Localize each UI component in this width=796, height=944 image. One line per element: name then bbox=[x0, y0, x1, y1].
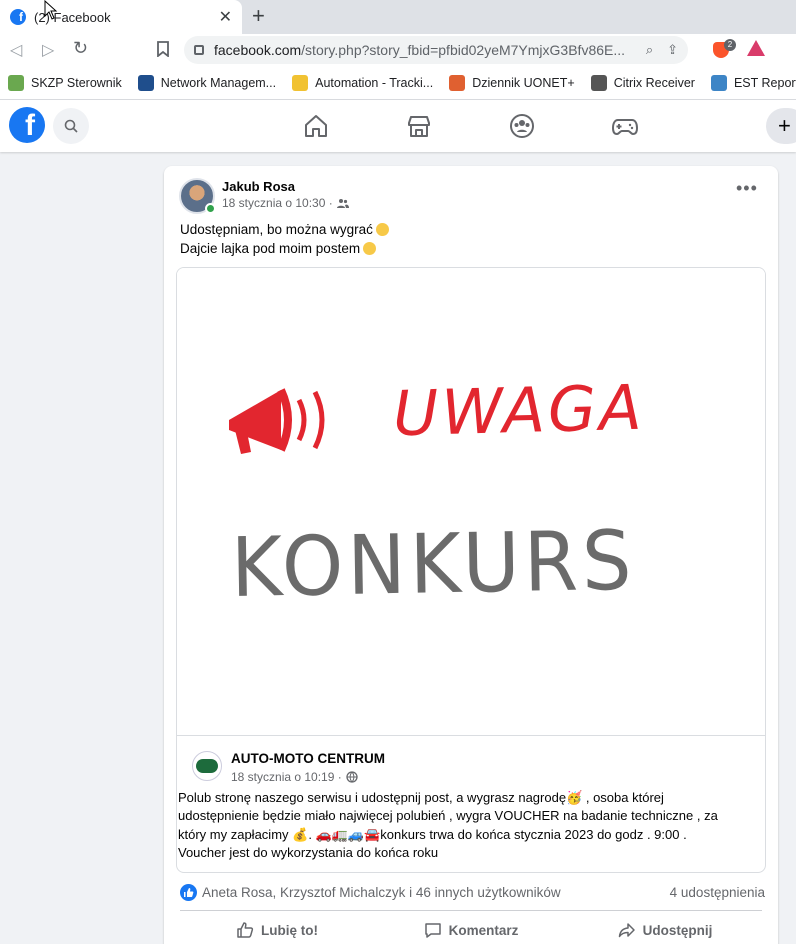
search-icon bbox=[64, 119, 78, 133]
gaming-icon[interactable] bbox=[611, 112, 639, 140]
home-icon[interactable] bbox=[302, 112, 330, 140]
reaction-names[interactable]: Aneta Rosa, Krzysztof Michalczyk i 46 in… bbox=[202, 885, 561, 900]
bookmark-label: SKZP Sterownik bbox=[31, 75, 122, 90]
share-arrow-icon bbox=[618, 923, 635, 938]
share-button[interactable]: Udostępnij bbox=[568, 916, 762, 944]
reactions-row: Aneta Rosa, Krzysztof Michalczyk i 46 in… bbox=[180, 884, 765, 902]
shared-page-name[interactable]: AUTO-MOTO CENTRUM bbox=[231, 751, 385, 766]
shared-post-time[interactable]: 18 stycznia o 10:19 · bbox=[231, 770, 342, 784]
online-status-dot bbox=[205, 203, 216, 214]
post-actions: Lubię to! Komentarz Udostępnij bbox=[180, 916, 762, 944]
post-text-line: Dajcie lajka pod moim postem bbox=[180, 241, 377, 256]
bookmark-item[interactable]: Automation - Tracki... bbox=[292, 74, 434, 91]
bookmark-icon bbox=[292, 74, 309, 91]
facebook-favicon-icon: f bbox=[10, 9, 26, 25]
facebook-header: f + bbox=[0, 100, 796, 152]
url-text: facebook.com/story.php?story_fbid=pfbid0… bbox=[214, 42, 626, 58]
bookmark-icon bbox=[590, 74, 607, 91]
like-button[interactable]: Lubię to! bbox=[180, 916, 374, 944]
comment-button[interactable]: Komentarz bbox=[374, 916, 568, 944]
image-headline: UWAGA bbox=[392, 370, 646, 451]
browser-tab[interactable]: f (2) Facebook ✕ bbox=[0, 0, 242, 34]
shared-post-meta: 18 stycznia o 10:19 · bbox=[231, 770, 358, 784]
post-time[interactable]: 18 stycznia o 10:30 · bbox=[222, 196, 333, 210]
post-options-button[interactable]: ••• bbox=[736, 179, 758, 197]
bookmarks-bar: SKZP Sterownik Network Managem... Automati… bbox=[0, 66, 796, 100]
comment-icon bbox=[424, 923, 441, 938]
address-bar[interactable]: facebook.com/story.php?story_fbid=pfbid0… bbox=[184, 36, 688, 64]
bookmark-label: Citrix Receiver bbox=[613, 75, 695, 90]
post-card: Jakub Rosa 18 stycznia o 10:30 · ••• Udo… bbox=[164, 166, 778, 944]
extension-badge: 2 bbox=[724, 39, 736, 51]
lock-icon bbox=[194, 45, 204, 55]
image-subheadline: KONKURS bbox=[230, 514, 637, 616]
bookmark-icon bbox=[449, 74, 466, 91]
create-button[interactable]: + bbox=[766, 108, 796, 144]
tab-close-icon[interactable]: ✕ bbox=[219, 7, 232, 27]
bookmark-item[interactable]: Citrix Receiver bbox=[590, 74, 695, 91]
share-icon[interactable]: ⇪ bbox=[667, 42, 678, 58]
facebook-logo-icon[interactable]: f bbox=[9, 107, 45, 143]
friends-audience-icon bbox=[336, 199, 349, 208]
page-avatar[interactable] bbox=[192, 751, 222, 781]
mouse-cursor-icon bbox=[44, 0, 58, 20]
search-button[interactable] bbox=[53, 108, 89, 144]
bookmark-label: Dziennik UONET+ bbox=[472, 75, 575, 90]
new-tab-button[interactable]: + bbox=[252, 4, 265, 28]
divider bbox=[180, 910, 762, 911]
bookmark-item[interactable]: SKZP Sterownik bbox=[8, 74, 122, 91]
share-count[interactable]: 4 udostępnienia bbox=[670, 885, 765, 900]
marketplace-icon[interactable] bbox=[405, 112, 433, 140]
brave-rewards-icon[interactable] bbox=[747, 40, 765, 56]
tab-title: (2) Facebook bbox=[34, 9, 111, 25]
like-reaction-icon[interactable] bbox=[180, 884, 197, 901]
groups-icon[interactable] bbox=[508, 112, 536, 140]
shared-post[interactable]: UWAGA KONKURS AUTO-MOTO CENTRUM 18 stycz… bbox=[176, 267, 766, 873]
bookmark-item[interactable]: Dziennik UONET+ bbox=[449, 74, 575, 91]
smiling-face-icon bbox=[363, 242, 377, 255]
bookmark-item[interactable]: EST Report Men bbox=[710, 74, 796, 91]
bookmark-item[interactable]: Network Managem... bbox=[137, 74, 277, 91]
post-meta: 18 stycznia o 10:30 · bbox=[222, 196, 349, 210]
thumbs-up-icon bbox=[237, 922, 254, 938]
bookmark-page-icon[interactable] bbox=[157, 41, 169, 62]
browser-tab-bar: f (2) Facebook ✕ + bbox=[0, 0, 796, 34]
winking-face-icon bbox=[375, 223, 389, 236]
bookmark-label: Automation - Tracki... bbox=[315, 75, 434, 90]
bookmark-icon bbox=[137, 74, 154, 91]
zoom-icon[interactable]: ⌕ bbox=[646, 42, 653, 58]
browser-toolbar: ◁ ▷ ↻ facebook.com/story.php?story_fbid=… bbox=[0, 34, 796, 66]
post-author[interactable]: Jakub Rosa bbox=[222, 179, 295, 194]
megaphone-icon bbox=[229, 388, 325, 454]
forward-icon[interactable]: ▷ bbox=[42, 40, 54, 60]
shared-post-image[interactable]: UWAGA KONKURS bbox=[177, 268, 765, 736]
reload-icon[interactable]: ↻ bbox=[73, 38, 88, 59]
bookmark-label: EST Report Men bbox=[733, 75, 796, 90]
bookmark-icon bbox=[710, 74, 727, 91]
globe-icon bbox=[346, 771, 358, 783]
back-icon[interactable]: ◁ bbox=[10, 40, 22, 60]
bookmark-icon bbox=[8, 74, 24, 91]
bookmark-label: Network Managem... bbox=[160, 75, 277, 90]
post-text-line: Udostępniam, bo można wygrać bbox=[180, 222, 389, 237]
shared-post-description: Polub stronę naszego serwisu i udostępni… bbox=[178, 790, 718, 861]
